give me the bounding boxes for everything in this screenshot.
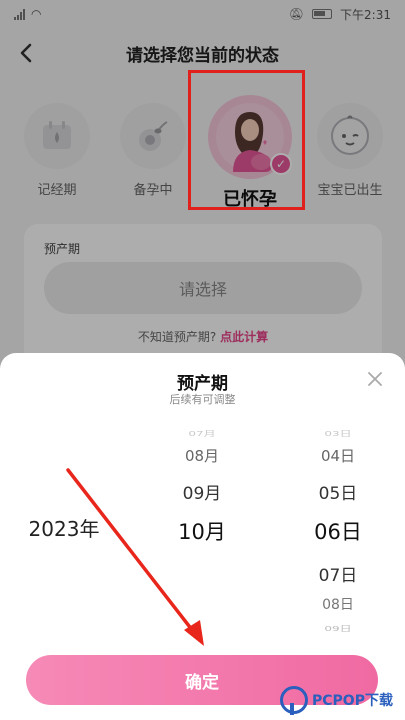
date-picker-sheet: 预产期 后续有可调整 2023年 07月 08月 09月 10月 03日 04日… — [0, 353, 405, 720]
day-option[interactable]: 08日 — [288, 594, 388, 614]
watermark-text: PCPOP下载 — [312, 693, 393, 709]
day-column[interactable]: 03日 04日 05日 06日 07日 08日 09日 — [288, 421, 388, 646]
day-option[interactable]: 03日 — [288, 428, 388, 438]
year-option-selected[interactable]: 2023年 — [14, 513, 114, 542]
day-option-selected[interactable]: 06日 — [288, 516, 388, 546]
day-option[interactable]: 07日 — [288, 561, 388, 586]
close-icon — [368, 372, 382, 386]
month-option[interactable]: 08月 — [152, 445, 252, 466]
day-option[interactable]: 04日 — [288, 445, 388, 466]
month-column[interactable]: 07月 08月 09月 10月 — [152, 421, 252, 646]
watermark-logo-icon — [280, 686, 308, 715]
close-button[interactable] — [365, 369, 385, 389]
watermark: PCPOP下载 — [280, 682, 405, 718]
day-option[interactable]: 09日 — [288, 623, 388, 633]
month-option[interactable]: 09月 — [152, 479, 252, 504]
highlight-box — [188, 70, 305, 210]
month-option-selected[interactable]: 10月 — [152, 516, 252, 546]
month-option[interactable]: 07月 — [152, 428, 252, 438]
sheet-subtitle: 后续有可调整 — [169, 393, 236, 406]
day-option[interactable]: 05日 — [288, 479, 388, 504]
